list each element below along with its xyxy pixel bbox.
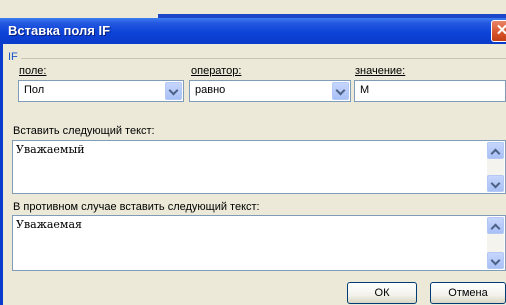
ok-button[interactable]: ОК bbox=[347, 282, 417, 304]
window-frame-left bbox=[0, 44, 3, 305]
scroll-down-button[interactable] bbox=[487, 175, 504, 192]
close-icon: ✕ bbox=[495, 22, 506, 39]
dialog-title: Вставка поля IF bbox=[8, 23, 111, 38]
close-button[interactable]: ✕ bbox=[491, 20, 506, 42]
group-divider bbox=[8, 58, 506, 59]
operator-label: оператор: bbox=[191, 65, 242, 77]
chevron-down-icon bbox=[490, 255, 501, 266]
true-text-scrollbar[interactable] bbox=[487, 142, 504, 192]
cancel-button[interactable]: Отмена bbox=[430, 282, 506, 304]
field-value: Пол bbox=[24, 84, 45, 96]
operator-combobox[interactable]: равно bbox=[189, 80, 351, 102]
value-input[interactable]: М bbox=[354, 80, 506, 102]
operator-dropdown-button[interactable] bbox=[332, 82, 349, 100]
scroll-up-button[interactable] bbox=[487, 142, 504, 159]
chevron-down-icon bbox=[168, 85, 179, 96]
field-label: поле: bbox=[19, 65, 47, 77]
chevron-down-icon bbox=[490, 178, 501, 189]
value-label: значение: bbox=[355, 65, 406, 77]
scroll-up-button[interactable] bbox=[487, 217, 504, 234]
field-combobox[interactable]: Пол bbox=[18, 80, 184, 102]
chevron-up-icon bbox=[490, 148, 501, 159]
true-text-value: Уважаемый bbox=[16, 143, 85, 156]
true-text-textarea[interactable]: Уважаемый bbox=[12, 140, 506, 194]
operator-value: равно bbox=[195, 84, 226, 96]
false-text-textarea[interactable]: Уважаемая bbox=[12, 215, 506, 271]
value-input-text: М bbox=[360, 84, 370, 96]
scroll-down-button[interactable] bbox=[487, 252, 504, 269]
false-text-scrollbar[interactable] bbox=[487, 217, 504, 269]
false-text-value: Уважаемая bbox=[16, 218, 82, 231]
false-text-label: В противном случае вставить следующий те… bbox=[13, 201, 260, 213]
chevron-down-icon bbox=[335, 85, 346, 96]
group-label: IF bbox=[8, 51, 21, 63]
chevron-up-icon bbox=[490, 223, 501, 234]
true-text-label: Вставить следующий текст: bbox=[13, 125, 155, 137]
field-dropdown-button[interactable] bbox=[165, 82, 182, 100]
